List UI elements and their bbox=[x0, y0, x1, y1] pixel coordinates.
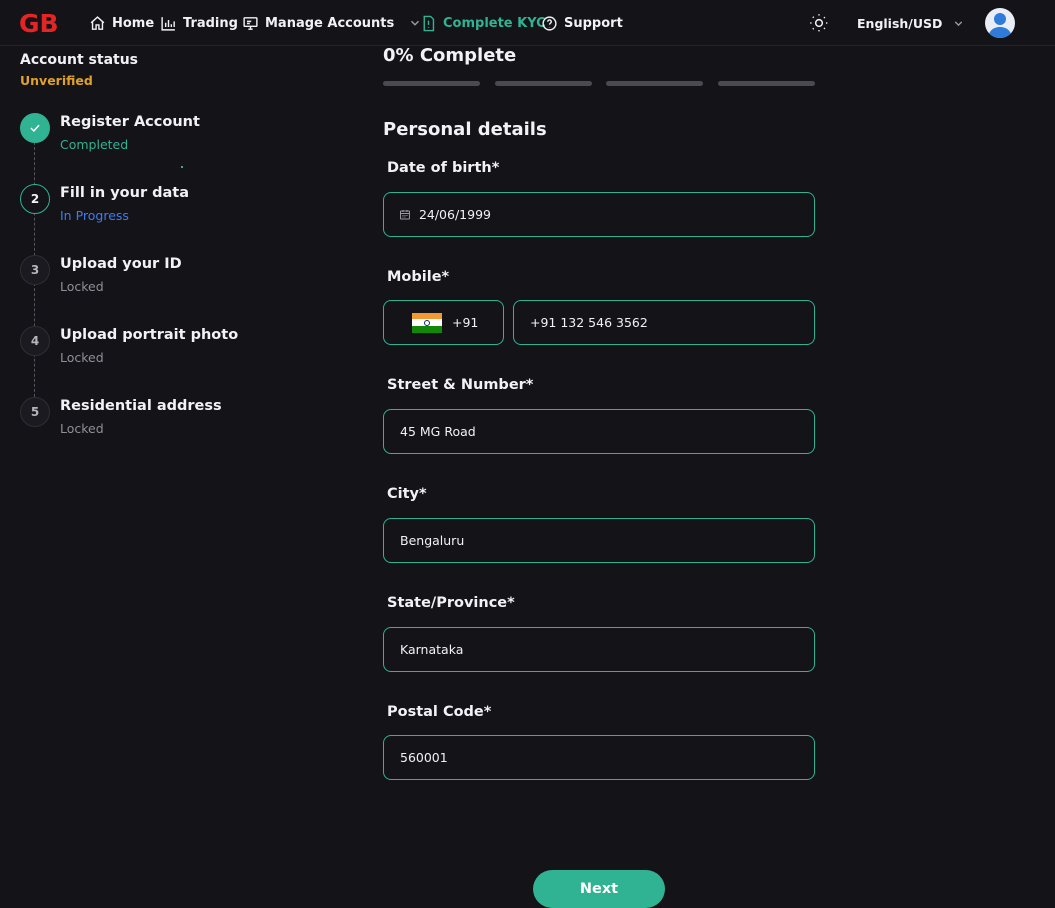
street-field[interactable] bbox=[383, 409, 815, 454]
user-icon bbox=[988, 13, 1012, 38]
step-status: Locked bbox=[60, 350, 104, 365]
section-title: Personal details bbox=[383, 119, 547, 140]
check-icon bbox=[30, 124, 40, 132]
nav-trading-label: Trading bbox=[183, 15, 238, 31]
sun-icon[interactable] bbox=[809, 13, 829, 33]
dob-input[interactable] bbox=[418, 207, 814, 222]
progress-segment bbox=[718, 81, 815, 86]
step-number: 2 bbox=[20, 184, 50, 214]
nav-complete-kyc-label: Complete KYC bbox=[443, 15, 546, 31]
postal-input[interactable] bbox=[400, 750, 814, 765]
nav-home[interactable]: Home bbox=[89, 0, 154, 46]
state-field[interactable] bbox=[383, 627, 815, 672]
nav-manage-accounts[interactable]: Manage Accounts bbox=[242, 0, 422, 46]
top-navbar: GB Home Trading Manage Accounts Complete… bbox=[0, 0, 1055, 46]
step-status: Locked bbox=[60, 421, 104, 436]
calendar-icon bbox=[399, 210, 410, 220]
step-circle-completed bbox=[20, 113, 50, 143]
street-label: Street & Number* bbox=[387, 377, 534, 393]
street-input[interactable] bbox=[400, 424, 814, 439]
help-circle-icon bbox=[542, 15, 557, 31]
step-status: Completed bbox=[60, 137, 129, 152]
step-upload-id: 3 Upload your ID Locked bbox=[20, 255, 320, 315]
step-register-account: Register Account Completed bbox=[20, 113, 320, 173]
postal-field[interactable] bbox=[383, 735, 815, 780]
progress-segment bbox=[495, 81, 592, 86]
progress-segment bbox=[383, 81, 480, 86]
step-residential-address: 5 Residential address Locked bbox=[20, 397, 320, 457]
progress-segment bbox=[606, 81, 703, 86]
step-number: 5 bbox=[20, 397, 50, 427]
account-status-title: Account status bbox=[20, 52, 139, 68]
step-status: In Progress bbox=[60, 208, 129, 223]
nav-complete-kyc[interactable]: Complete KYC bbox=[420, 0, 546, 46]
step-title: Residential address bbox=[60, 398, 222, 414]
monitor-icon bbox=[243, 16, 258, 30]
step-upload-portrait: 4 Upload portrait photo Locked bbox=[20, 326, 320, 386]
progress-text: 0% Complete bbox=[383, 45, 517, 66]
user-avatar[interactable] bbox=[985, 8, 1015, 38]
state-label: State/Province* bbox=[387, 595, 515, 611]
chevron-down-icon bbox=[955, 20, 963, 26]
account-status-value: Unverified bbox=[20, 73, 93, 88]
mobile-field[interactable] bbox=[513, 300, 815, 345]
decorative-dot bbox=[181, 166, 183, 168]
postal-label: Postal Code* bbox=[387, 704, 492, 720]
state-input[interactable] bbox=[400, 642, 814, 657]
step-title: Register Account bbox=[60, 114, 200, 130]
language-selector[interactable]: English/USD bbox=[857, 0, 965, 46]
nav-trading[interactable]: Trading bbox=[160, 0, 238, 46]
home-icon bbox=[90, 15, 105, 30]
mobile-input[interactable] bbox=[530, 315, 814, 330]
step-fill-data: 2 Fill in your data In Progress bbox=[20, 184, 320, 244]
nav-manage-accounts-label: Manage Accounts bbox=[265, 15, 395, 31]
step-title: Fill in your data bbox=[60, 185, 190, 201]
nav-support-label: Support bbox=[564, 15, 623, 31]
gb-logo[interactable]: GB bbox=[19, 9, 67, 37]
step-title: Upload your ID bbox=[60, 256, 182, 272]
nav-support[interactable]: Support bbox=[541, 0, 623, 46]
step-number: 4 bbox=[20, 326, 50, 356]
country-code-value: +91 bbox=[452, 315, 479, 330]
next-button[interactable]: Next bbox=[533, 870, 665, 908]
nav-home-label: Home bbox=[112, 15, 155, 31]
svg-text:GB: GB bbox=[19, 9, 59, 37]
step-status: Locked bbox=[60, 279, 104, 294]
country-code-select[interactable]: +91 bbox=[383, 300, 504, 345]
language-label: English/USD bbox=[857, 15, 943, 31]
dob-label: Date of birth* bbox=[387, 160, 500, 176]
bar-chart-icon bbox=[161, 16, 175, 31]
dob-field[interactable] bbox=[383, 192, 815, 237]
city-label: City* bbox=[387, 486, 427, 502]
mobile-label: Mobile* bbox=[387, 269, 450, 285]
city-input[interactable] bbox=[400, 533, 814, 548]
city-field[interactable] bbox=[383, 518, 815, 563]
step-title: Upload portrait photo bbox=[60, 327, 239, 343]
document-alert-icon bbox=[423, 15, 435, 31]
india-flag-icon bbox=[412, 312, 442, 333]
step-number: 3 bbox=[20, 255, 50, 285]
